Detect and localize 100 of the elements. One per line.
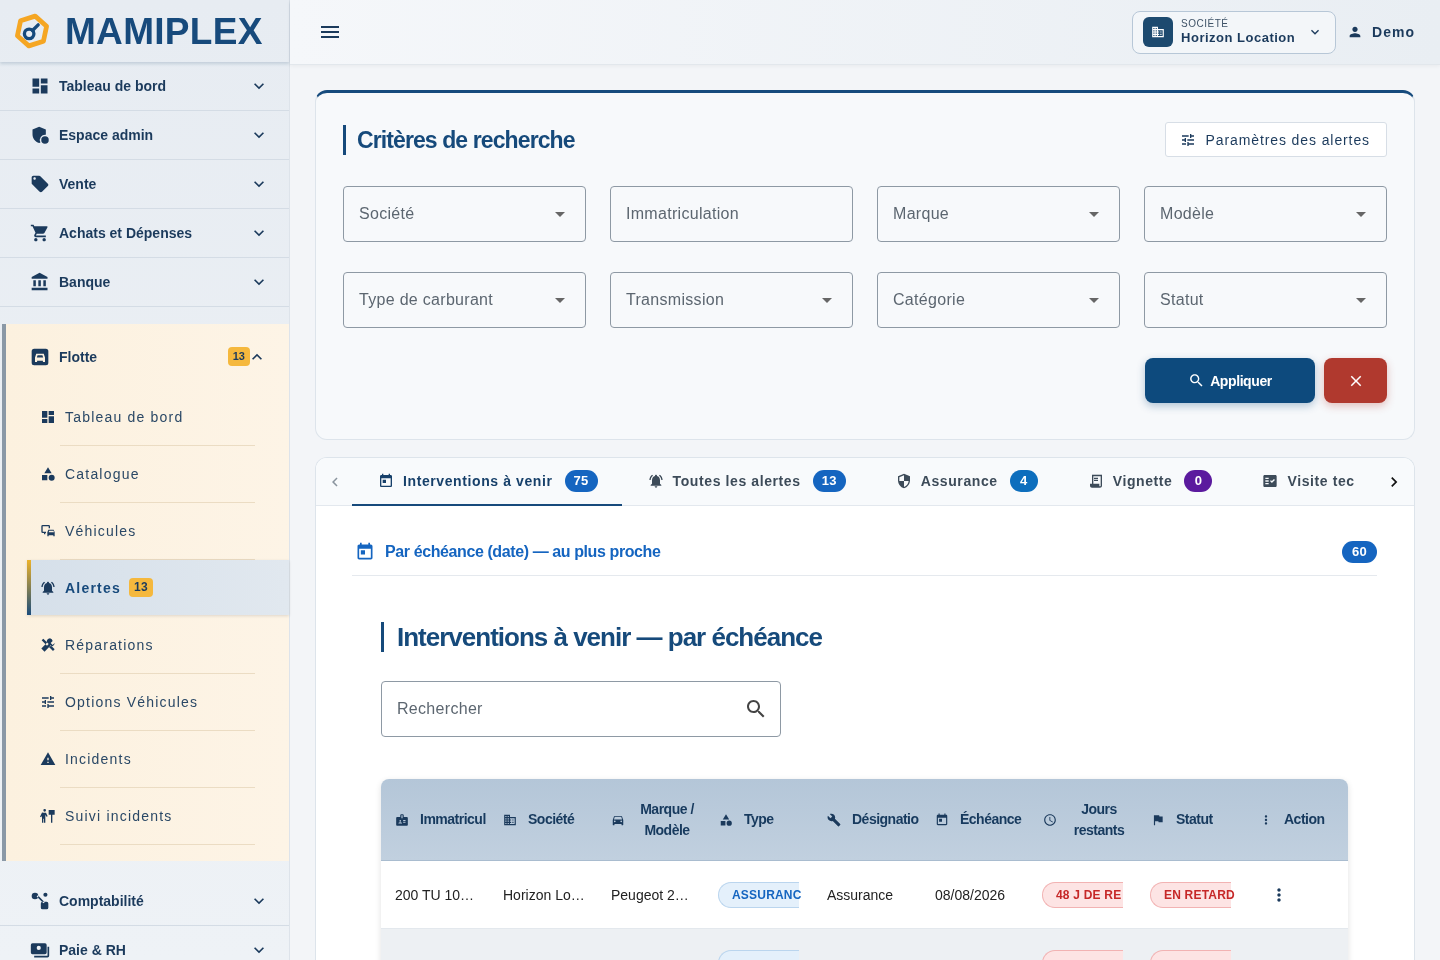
- car-icon: [30, 346, 50, 367]
- flag-icon: [1151, 812, 1165, 827]
- nav-item[interactable]: Vente: [0, 160, 289, 209]
- caret-icon: [555, 298, 565, 303]
- checklist-icon: [1262, 472, 1279, 489]
- cart-icon: [30, 223, 50, 243]
- person-sign-icon: [40, 808, 56, 824]
- bell-icon: [40, 579, 56, 596]
- shield-user-icon: [30, 125, 50, 145]
- tab[interactable]: Visite tec: [1236, 458, 1355, 506]
- apply-button[interactable]: Appliquer: [1145, 358, 1315, 403]
- warning-icon: [40, 751, 56, 767]
- sliders-icon: [40, 694, 56, 710]
- count-badge: 0: [1184, 469, 1213, 492]
- calendar-icon: [355, 541, 375, 562]
- bell-icon: [647, 472, 664, 489]
- count-badge: 60: [1342, 540, 1377, 563]
- calendar-icon: [935, 812, 949, 827]
- tab[interactable]: Interventions à venir 75: [352, 458, 622, 506]
- logo-icon: [13, 12, 51, 50]
- nav-item[interactable]: Espace admin: [0, 111, 289, 160]
- caret-icon: [555, 212, 565, 217]
- building-icon: [1143, 17, 1174, 47]
- nav-subitem[interactable]: Véhicules: [27, 503, 289, 559]
- vehicles-icon: [40, 523, 56, 539]
- tools-icon: [40, 637, 56, 653]
- nav-subitem[interactable]: Alertes 13: [27, 560, 289, 615]
- caret-icon: [1089, 212, 1099, 217]
- logo-text: MAMIPLEX: [65, 12, 263, 50]
- caret-icon: [822, 298, 832, 303]
- dashboard-icon: [30, 76, 50, 96]
- nav-item[interactable]: Banque: [0, 258, 289, 307]
- nav-item[interactable]: Comptabilité: [0, 877, 289, 926]
- group-header[interactable]: Par échéance (date) — au plus proche 60: [352, 528, 1377, 576]
- count-badge: 75: [564, 469, 598, 492]
- days-left-badge: 48 J DE RE: [1042, 881, 1123, 908]
- caret-icon: [1089, 298, 1099, 303]
- receipt-icon: [1087, 472, 1104, 489]
- id-badge-icon: [395, 812, 409, 827]
- shapes-icon: [30, 891, 50, 911]
- company-cell: Horizon Lo…: [503, 886, 585, 903]
- select-field[interactable]: Marque: [877, 186, 1120, 242]
- user-menu[interactable]: Demo: [1347, 24, 1415, 40]
- select-field[interactable]: Statut: [1144, 272, 1387, 328]
- shapes-icon: [40, 466, 56, 482]
- clear-button[interactable]: [1324, 358, 1387, 403]
- clock-icon: [1043, 812, 1057, 827]
- column-header: Désignatio: [852, 810, 919, 829]
- count-badge: 13: [128, 578, 154, 597]
- input-field[interactable]: Immatriculation: [610, 186, 853, 242]
- column-header: Immatricul: [420, 810, 486, 829]
- shapes-icon: [719, 812, 733, 827]
- tab[interactable]: Toutes les alertes 13: [621, 458, 870, 506]
- shield-icon: [895, 472, 912, 489]
- count-badge: 13: [227, 347, 250, 366]
- count-badge: 4: [1009, 469, 1038, 492]
- nav-subitem[interactable]: Tableau de bord: [27, 389, 289, 445]
- tab[interactable]: Vignette 0: [1061, 458, 1237, 506]
- nav-subitem[interactable]: Suivi incidents: [27, 788, 289, 844]
- company-selector[interactable]: SOCIÉTÉ Horizon Location: [1132, 10, 1337, 54]
- type-badge: ASSURANC: [718, 881, 799, 908]
- column-header: Type: [744, 810, 774, 829]
- nav-item[interactable]: Paie & RH: [0, 926, 289, 960]
- model-cell: Peugeot 2…: [611, 886, 689, 903]
- sliders-icon: [1180, 131, 1197, 148]
- bank-icon: [30, 272, 50, 292]
- nav-subitem[interactable]: Réparations: [27, 617, 289, 673]
- nav-subitem[interactable]: Incidents: [27, 731, 289, 787]
- designation-cell: Assurance: [827, 886, 894, 903]
- wrench-icon: [827, 812, 841, 827]
- alert-settings-button[interactable]: Paramètres des alertes: [1165, 122, 1387, 157]
- column-header: Société: [528, 810, 575, 829]
- select-field[interactable]: Modèle: [1144, 186, 1387, 242]
- select-field[interactable]: Transmission: [610, 272, 853, 328]
- column-header: Action: [1284, 810, 1325, 829]
- building-icon: [503, 812, 517, 827]
- caret-icon: [1356, 212, 1366, 217]
- calendar-icon: [378, 472, 394, 489]
- tab[interactable]: Assurance 4: [869, 458, 1062, 506]
- search-field[interactable]: Rechercher: [381, 681, 781, 737]
- nav-item[interactable]: Achats et Dépenses: [0, 209, 289, 258]
- id-card-icon: [30, 940, 50, 960]
- nav-item[interactable]: Flotte 13: [6, 324, 289, 389]
- select-field[interactable]: Société: [343, 186, 586, 242]
- column-header: Marque / Modèle: [639, 799, 696, 840]
- select-field[interactable]: Type de carburant: [343, 272, 586, 328]
- caret-icon: [1356, 298, 1366, 303]
- nav-item[interactable]: Tableau de bord: [0, 62, 289, 111]
- tag-icon: [30, 174, 50, 194]
- count-badge: 13: [812, 469, 846, 492]
- select-field[interactable]: Catégorie: [877, 272, 1120, 328]
- nav-subitem[interactable]: Catalogue: [27, 446, 289, 502]
- section-title: Interventions à venir — par échéance: [381, 622, 1348, 652]
- dashboard-icon: [40, 409, 56, 425]
- due-date-cell: 08/08/2026: [935, 886, 1006, 903]
- column-header: Jours restants: [1072, 799, 1126, 840]
- plate-cell: 200 TU 10…: [395, 886, 475, 903]
- card-title: Critères de recherche: [343, 124, 575, 155]
- column-header: Échéance: [960, 810, 1022, 829]
- nav-subitem[interactable]: Options Véhicules: [27, 674, 289, 730]
